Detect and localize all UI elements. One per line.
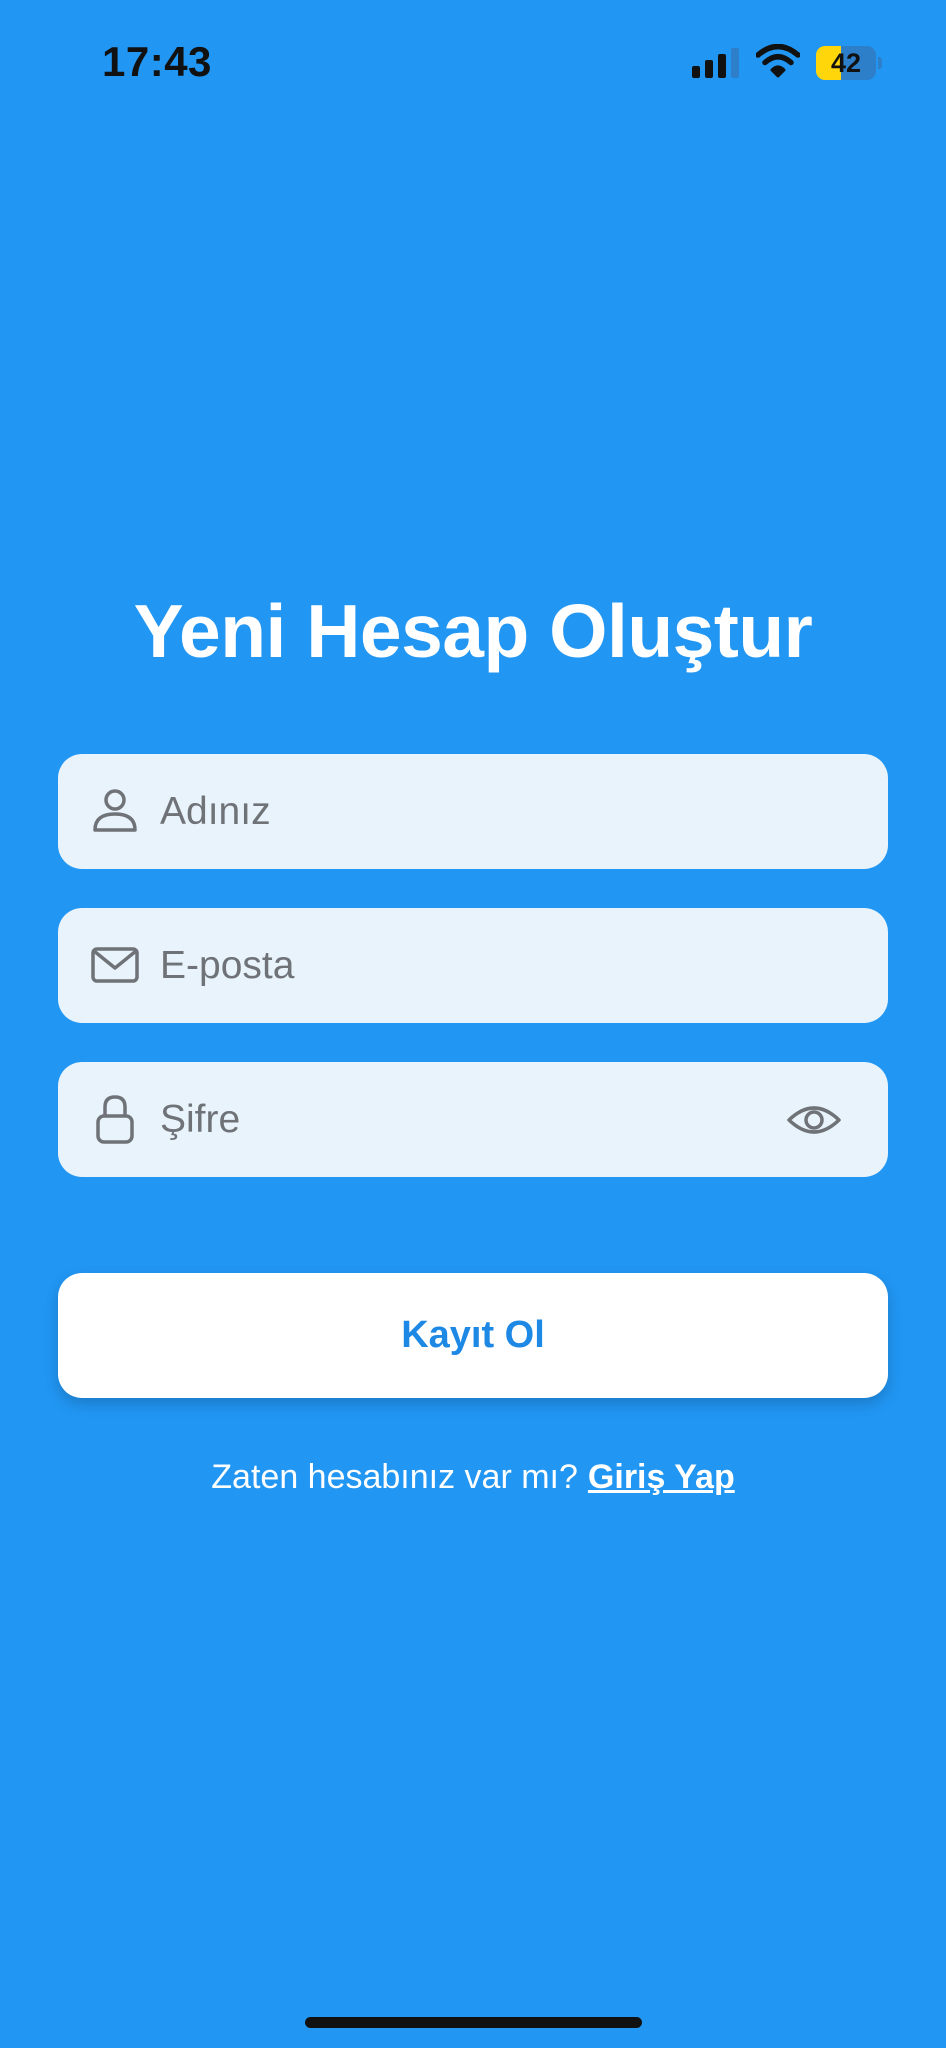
email-field[interactable]: [58, 908, 888, 1023]
battery-level: 42: [830, 48, 862, 78]
page-title: Yeni Hesap Oluştur: [133, 589, 813, 673]
lock-icon: [96, 1095, 134, 1144]
wifi-icon: [756, 44, 800, 78]
status-bar: 17:43 42: [0, 0, 946, 124]
email-input[interactable]: [160, 908, 760, 1023]
login-link[interactable]: Giriş Yap: [588, 1458, 735, 1496]
eye-icon[interactable]: [786, 1092, 842, 1148]
signal-bar: [718, 54, 726, 78]
mail-icon: [91, 947, 139, 983]
signal-bar: [731, 48, 739, 78]
login-prompt: Zaten hesabınız var mı? Giriş Yap: [0, 1452, 946, 1502]
battery-body: 42: [816, 46, 876, 80]
status-time: 17:43: [102, 38, 212, 85]
battery-icon: 42: [816, 46, 882, 80]
register-button[interactable]: Kayıt Ol: [58, 1273, 888, 1398]
name-input[interactable]: [160, 754, 760, 869]
signal-bar: [692, 66, 700, 78]
signal-bar: [705, 60, 713, 78]
login-prompt-text: Zaten hesabınız var mı?: [211, 1458, 578, 1496]
person-icon: [93, 789, 137, 832]
battery-tip: [878, 57, 882, 69]
password-field[interactable]: [58, 1062, 888, 1177]
cellular-signal-icon: [692, 48, 740, 78]
password-input[interactable]: [160, 1062, 760, 1177]
home-indicator[interactable]: [305, 2017, 642, 2028]
name-field[interactable]: [58, 754, 888, 869]
